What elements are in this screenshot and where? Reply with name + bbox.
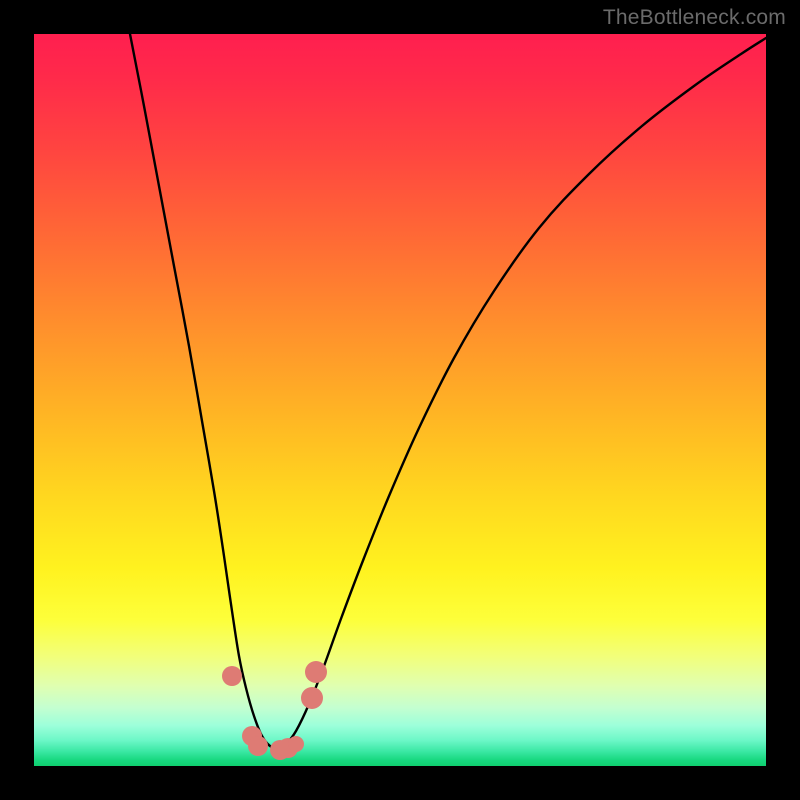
chart-frame: TheBottleneck.com — [0, 0, 800, 800]
plot-area — [34, 34, 766, 766]
chart-svg — [34, 34, 766, 766]
data-marker — [301, 687, 323, 709]
data-marker — [305, 661, 327, 683]
data-marker — [288, 736, 304, 752]
data-marker — [222, 666, 242, 686]
bottleneck-curve — [130, 34, 766, 748]
watermark-text: TheBottleneck.com — [603, 6, 786, 30]
data-marker — [248, 736, 268, 756]
data-markers — [222, 661, 327, 760]
